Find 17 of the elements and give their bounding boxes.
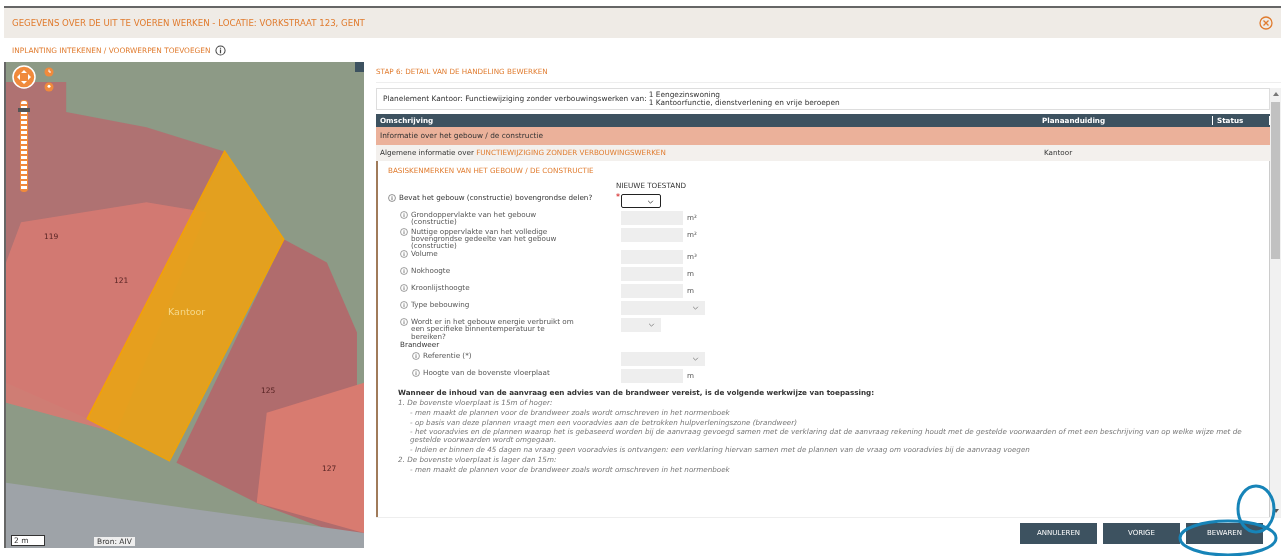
- info-icon[interactable]: [214, 44, 226, 56]
- location-pin-icon[interactable]: [44, 82, 54, 92]
- chevron-icon: [648, 323, 655, 328]
- required-marker: *: [616, 192, 620, 202]
- close-icon[interactable]: [1259, 16, 1273, 30]
- pan-control-icon[interactable]: [12, 65, 36, 89]
- chevron-icon: [692, 356, 699, 361]
- scroll-up-icon[interactable]: [1272, 92, 1279, 96]
- chevron-icon: [692, 306, 699, 311]
- scroll-down-icon[interactable]: [1272, 509, 1279, 513]
- zoom-slider-handle[interactable]: [18, 107, 30, 112]
- dropdown[interactable]: [621, 193, 661, 208]
- scrollbar[interactable]: [1270, 88, 1281, 517]
- history-icon[interactable]: [44, 67, 54, 77]
- building-label: Kantoor: [168, 306, 206, 317]
- chevron-icon: [647, 199, 654, 204]
- window-title: GEGEVENS OVER DE UIT TE VOEREN WERKEN - LOCATIE: VORKSTRAAT 123, GENT: [12, 18, 365, 28]
